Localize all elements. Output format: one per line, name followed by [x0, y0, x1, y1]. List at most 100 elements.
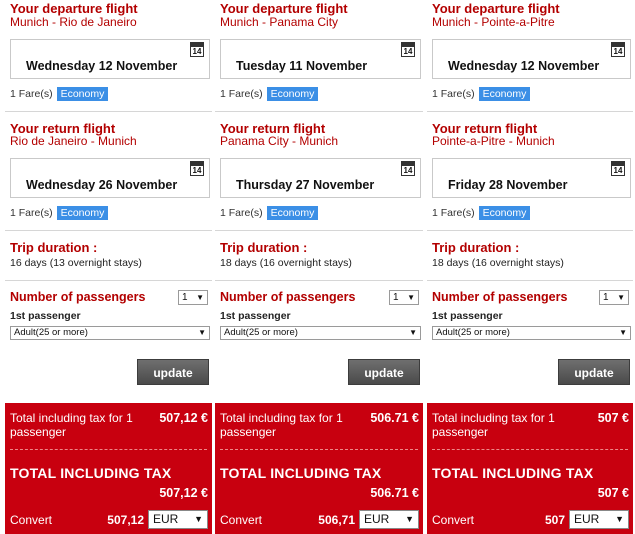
total-label: TOTAL INCLUDING TAX [432, 465, 594, 481]
fare-column: Your departure flight Munich - Pointe-a-… [427, 0, 633, 534]
total-per-passenger-amount: 506.71 € [370, 411, 419, 425]
return-date: Thursday 27 November [236, 178, 375, 192]
departure-date-field[interactable]: 14 Wednesday 12 November [432, 39, 631, 79]
first-passenger-label: 1st passenger [432, 310, 503, 322]
calendar-icon[interactable]: 14 [611, 42, 625, 57]
total-label: TOTAL INCLUDING TAX [220, 465, 382, 481]
return-fares: 1 Fare(s) Economy [220, 206, 319, 221]
passenger-type-select[interactable]: Adult(25 or more) ▼ [432, 326, 631, 340]
first-passenger-label: 1st passenger [220, 310, 291, 322]
trip-duration-label: Trip duration : [220, 240, 308, 255]
return-date-field[interactable]: 14 Wednesday 26 November [10, 158, 210, 198]
return-route: Panama City - Munich [220, 134, 339, 148]
divider [215, 280, 423, 281]
fare-column: Your departure flight Munich - Rio de Ja… [5, 0, 212, 534]
trip-duration-value: 18 days (16 overnight stays) [220, 257, 352, 269]
calendar-icon[interactable]: 14 [190, 42, 204, 57]
total-per-passenger-label: Total including tax for 1 passenger [220, 411, 343, 439]
convert-amount: 507,12 [107, 513, 144, 527]
return-fares: 1 Fare(s) Economy [10, 206, 109, 221]
chevron-down-icon: ▼ [407, 293, 415, 302]
fare-class-badge: Economy [266, 87, 319, 101]
trip-duration-label: Trip duration : [10, 240, 98, 255]
currency-select[interactable]: EUR ▼ [359, 510, 419, 529]
fare-class-badge: Economy [56, 87, 109, 101]
departure-title: Your departure flight [220, 1, 348, 16]
chevron-down-icon: ▼ [196, 293, 204, 302]
divider [427, 111, 633, 112]
calendar-icon[interactable]: 14 [401, 161, 415, 176]
total-per-passenger-amount: 507 € [597, 411, 629, 425]
total-panel: Total including tax for 1 passenger 507 … [427, 403, 633, 534]
departure-route: Munich - Pointe-a-Pitre [432, 15, 555, 29]
chevron-down-icon: ▼ [615, 514, 624, 524]
passenger-type-select[interactable]: Adult(25 or more) ▼ [220, 326, 421, 340]
total-amount: 507,12 € [159, 486, 208, 500]
trip-duration-label: Trip duration : [432, 240, 520, 255]
return-fares: 1 Fare(s) Economy [432, 206, 531, 221]
convert-amount: 506,71 [318, 513, 355, 527]
chevron-down-icon: ▼ [619, 328, 627, 337]
total-panel: Total including tax for 1 passenger 507,… [5, 403, 212, 534]
first-passenger-label: 1st passenger [10, 310, 81, 322]
fare-class-badge: Economy [478, 87, 531, 101]
passenger-count-select[interactable]: 1 ▼ [599, 290, 629, 305]
passenger-count-select[interactable]: 1 ▼ [389, 290, 419, 305]
fare-column: Your departure flight Munich - Panama Ci… [215, 0, 423, 534]
total-amount: 507 € [597, 486, 629, 500]
departure-fares: 1 Fare(s) Economy [10, 87, 109, 102]
trip-duration-value: 18 days (16 overnight stays) [432, 257, 564, 269]
currency-select[interactable]: EUR ▼ [148, 510, 208, 529]
calendar-icon[interactable]: 14 [190, 161, 204, 176]
divider [5, 111, 212, 112]
chevron-down-icon: ▼ [617, 293, 625, 302]
departure-fares: 1 Fare(s) Economy [220, 87, 319, 102]
return-route: Rio de Janeiro - Munich [10, 134, 137, 148]
fare-class-badge: Economy [478, 206, 531, 220]
chevron-down-icon: ▼ [405, 514, 414, 524]
departure-date-field[interactable]: 14 Wednesday 12 November [10, 39, 210, 79]
passenger-count-select[interactable]: 1 ▼ [178, 290, 208, 305]
chevron-down-icon: ▼ [409, 328, 417, 337]
return-date: Friday 28 November [448, 178, 568, 192]
convert-amount: 507 [544, 513, 565, 527]
return-date-field[interactable]: 14 Thursday 27 November [220, 158, 421, 198]
departure-title: Your departure flight [432, 1, 560, 16]
divider [215, 230, 423, 231]
passengers-label: Number of passengers [10, 290, 146, 304]
departure-route: Munich - Rio de Janeiro [10, 15, 137, 29]
total-amount: 506.71 € [370, 486, 419, 500]
total-panel: Total including tax for 1 passenger 506.… [215, 403, 423, 534]
divider [427, 230, 633, 231]
departure-fares: 1 Fare(s) Economy [432, 87, 531, 102]
convert-label: Convert [10, 513, 53, 527]
trip-duration-value: 16 days (13 overnight stays) [10, 257, 142, 269]
divider [432, 449, 628, 450]
passenger-type-select[interactable]: Adult(25 or more) ▼ [10, 326, 210, 340]
divider [10, 449, 207, 450]
fare-class-badge: Economy [266, 206, 319, 220]
return-date: Wednesday 26 November [26, 178, 178, 192]
update-button[interactable]: update [137, 359, 209, 385]
convert-label: Convert [220, 513, 263, 527]
divider [5, 230, 212, 231]
passengers-label: Number of passengers [432, 290, 568, 304]
chevron-down-icon: ▼ [194, 514, 203, 524]
departure-date: Wednesday 12 November [26, 59, 178, 73]
departure-title: Your departure flight [10, 1, 138, 16]
calendar-icon[interactable]: 14 [611, 161, 625, 176]
calendar-icon[interactable]: 14 [401, 42, 415, 57]
divider [220, 449, 418, 450]
currency-select[interactable]: EUR ▼ [569, 510, 629, 529]
divider [5, 280, 212, 281]
divider [427, 280, 633, 281]
update-button[interactable]: update [558, 359, 630, 385]
total-per-passenger-amount: 507,12 € [159, 411, 208, 425]
update-button[interactable]: update [348, 359, 420, 385]
total-label: TOTAL INCLUDING TAX [10, 465, 172, 481]
departure-date-field[interactable]: 14 Tuesday 11 November [220, 39, 421, 79]
divider [215, 111, 423, 112]
fare-class-badge: Economy [56, 206, 109, 220]
total-per-passenger-label: Total including tax for 1 passenger [432, 411, 555, 439]
return-date-field[interactable]: 14 Friday 28 November [432, 158, 631, 198]
